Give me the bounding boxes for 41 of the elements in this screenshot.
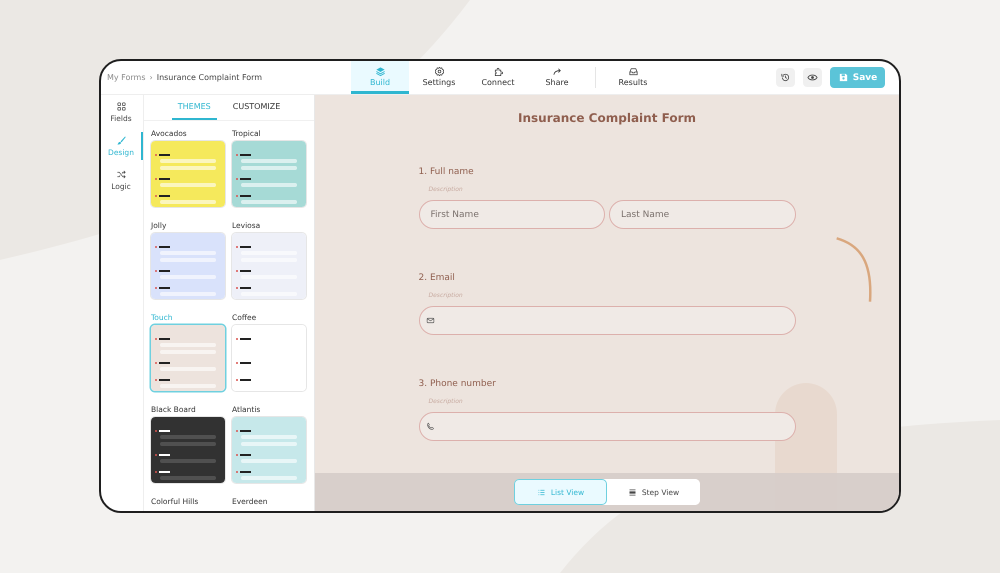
- layers-icon: [374, 66, 386, 76]
- breadcrumb-link[interactable]: My Forms: [107, 73, 146, 82]
- input-field[interactable]: First Name: [418, 200, 605, 229]
- eye-icon: [807, 72, 818, 83]
- theme-preview[interactable]: [151, 141, 225, 207]
- brush-icon: [116, 135, 126, 146]
- panel-tab[interactable]: CUSTOMIZE: [226, 95, 286, 120]
- question-label: 1. Full name: [418, 167, 475, 177]
- theme-preview[interactable]: [232, 417, 306, 483]
- history-button[interactable]: [776, 68, 795, 87]
- input-field[interactable]: [418, 306, 796, 335]
- nav-tab[interactable]: Share: [528, 61, 586, 94]
- preview-button[interactable]: [803, 68, 822, 87]
- nav-tab[interactable]: Results: [604, 61, 662, 94]
- breadcrumb-current: Insurance Complaint Form: [156, 73, 262, 82]
- gear-icon: [434, 66, 444, 76]
- history-icon: [780, 72, 791, 83]
- theme-preview[interactable]: [151, 233, 225, 299]
- theme-preview[interactable]: [151, 417, 225, 483]
- shuffle-icon: [116, 169, 126, 180]
- grid-icon: [116, 101, 126, 112]
- list-icon: [536, 488, 546, 496]
- puzzle-icon: [492, 66, 504, 76]
- question-label: 2. Email: [418, 273, 456, 283]
- theme-preview[interactable]: [232, 325, 306, 391]
- theme-preview[interactable]: [151, 325, 225, 391]
- steps-icon: [628, 488, 637, 496]
- nav-tab[interactable]: Settings: [410, 61, 468, 94]
- theme-preview[interactable]: [232, 141, 306, 207]
- nav-tab[interactable]: Connect: [469, 61, 527, 94]
- share-icon: [552, 66, 562, 76]
- breadcrumb-separator: ›: [150, 73, 153, 82]
- envelope-icon: [426, 316, 434, 325]
- save-icon: [838, 72, 849, 83]
- phone-icon: [426, 422, 434, 431]
- question-label: 3. Phone number: [418, 379, 497, 389]
- input-field[interactable]: Last Name: [609, 200, 796, 229]
- input-field[interactable]: [418, 412, 796, 441]
- theme-preview[interactable]: [232, 233, 306, 299]
- form-title: Insurance Complaint Form: [517, 111, 697, 125]
- inbox-icon: [628, 66, 638, 76]
